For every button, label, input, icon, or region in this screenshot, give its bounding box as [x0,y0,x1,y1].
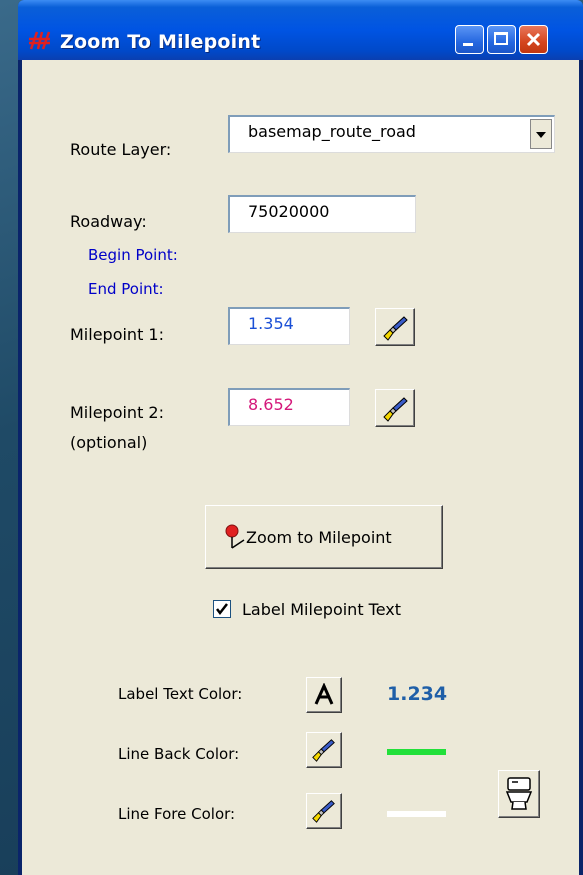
begin-point-label: Begin Point: [88,246,178,264]
milepoint1-pick-button[interactable] [375,308,415,346]
paintbrush-icon [383,316,408,341]
window-title: Zoom To Milepoint [60,31,261,53]
milepoint1-label: Milepoint 1: [70,325,164,344]
label-text-sample: 1.234 [387,683,448,705]
label-text-color-label: Label Text Color: [118,685,243,703]
milepoint1-field[interactable]: 1.354 [228,307,350,345]
close-icon [526,32,541,47]
paintbrush-icon [312,739,335,762]
line-back-color-button[interactable] [306,732,342,768]
title-bar[interactable]: Zoom To Milepoint [18,0,583,60]
clear-graphics-button[interactable] [498,770,540,818]
roadway-label: Roadway: [70,212,147,231]
map-pin-icon [225,524,245,549]
zoom-to-milepoint-window: Zoom To Milepoint Route Layer: basemap_r… [18,0,583,875]
maximize-icon [494,32,508,45]
milepoint-app-icon [29,31,51,50]
line-back-color-swatch [387,749,446,755]
milepoint2-value: 8.652 [248,395,294,414]
font-A-icon [314,683,334,705]
line-back-color-label: Line Back Color: [118,745,240,763]
label-text-font-button[interactable] [306,677,342,713]
route-layer-value: basemap_route_road [248,122,416,141]
paintbrush-icon [312,800,335,823]
chevron-down-icon[interactable] [530,119,552,149]
milepoint2-optional: (optional) [70,433,148,452]
zoom-to-milepoint-button[interactable]: Zoom to Milepoint [205,505,443,569]
minimize-button[interactable] [455,25,484,54]
close-button[interactable] [519,25,548,54]
line-fore-color-button[interactable] [306,793,342,829]
roadway-value: 75020000 [248,202,330,221]
dialog-body: Route Layer: basemap_route_road Roadway:… [22,60,579,875]
maximize-button[interactable] [487,25,516,54]
paintbrush-icon [383,397,408,422]
line-fore-color-swatch [387,811,446,817]
milepoint2-pick-button[interactable] [375,389,415,427]
minimize-icon [463,43,473,46]
label-milepoint-label: Label Milepoint Text [242,600,402,619]
milepoint2-label: Milepoint 2: [70,403,164,422]
label-milepoint-checkbox[interactable] [213,600,231,618]
toilet-icon [505,777,533,810]
end-point-label: End Point: [88,280,164,298]
zoom-button-label: Zoom to Milepoint [246,528,392,547]
milepoint1-value: 1.354 [248,314,294,333]
route-layer-select[interactable]: basemap_route_road [228,115,555,153]
milepoint2-field[interactable]: 8.652 [228,388,350,426]
route-layer-label: Route Layer: [70,140,172,159]
checkmark-icon [216,603,228,616]
roadway-field[interactable]: 75020000 [228,195,416,233]
line-fore-color-label: Line Fore Color: [118,805,236,823]
